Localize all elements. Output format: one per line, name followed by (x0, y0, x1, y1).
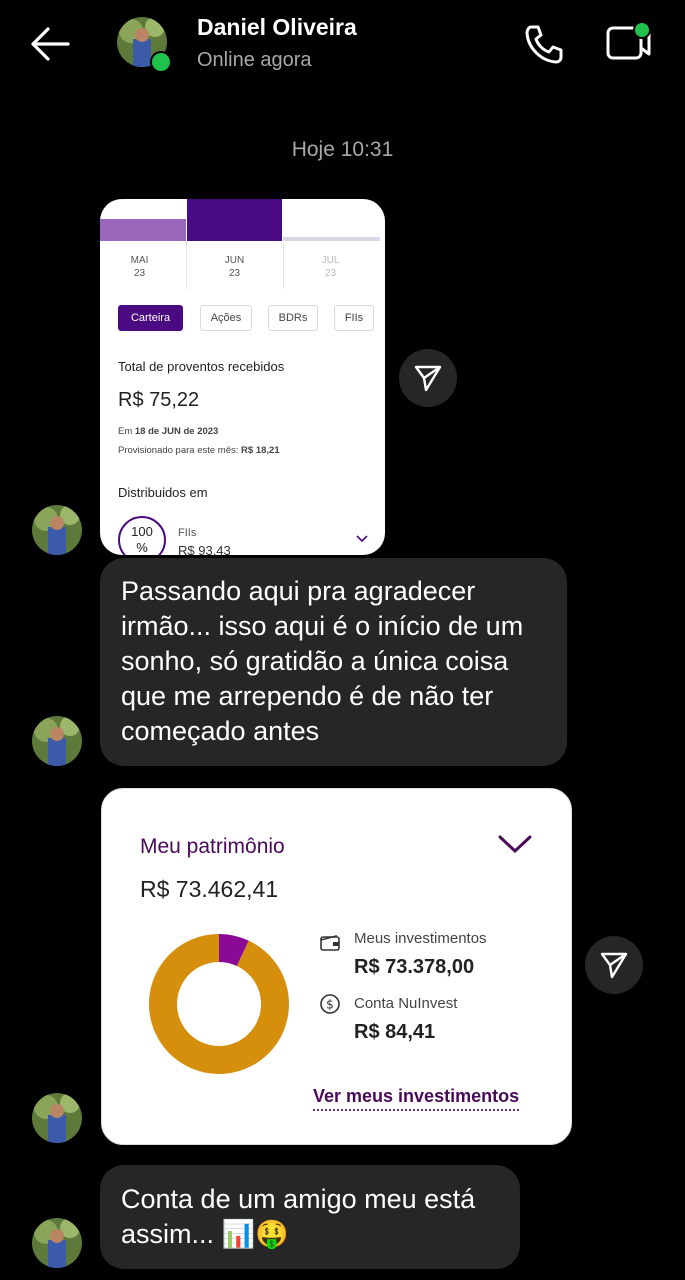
tab-carteira: Carteira (118, 305, 183, 331)
month-jul: JUL 23 (321, 255, 340, 279)
sender-avatar[interactable] (32, 1218, 82, 1268)
dollar-circle-icon: $ (320, 994, 340, 1014)
share-button[interactable] (399, 349, 457, 407)
month-jun: JUN 23 (224, 255, 245, 279)
back-button[interactable] (28, 24, 72, 64)
month-mai: MAI 23 (130, 255, 149, 279)
donut-segment (218, 934, 249, 967)
phone-icon (525, 25, 563, 64)
investimentos-label: Meus investimentos (354, 930, 487, 947)
chart-bar-mai (100, 219, 186, 241)
ver-investimentos-link: Ver meus investimentos (313, 1086, 520, 1111)
message-timestamp: Hoje 10:31 (291, 138, 394, 161)
sender-avatar[interactable] (32, 505, 82, 555)
conta-value: R$ 84,41 (354, 1021, 436, 1043)
video-call-button[interactable] (605, 20, 653, 64)
chevron-down-icon (356, 535, 368, 543)
patrimonio-title: Meu patrimônio (140, 835, 285, 858)
message-text: Passando aqui pra agradecer irmão... iss… (121, 576, 524, 746)
video-call-icon (606, 21, 651, 60)
sender-avatar[interactable] (32, 1093, 82, 1143)
fii-label: FIIs (178, 527, 197, 539)
share-button[interactable] (585, 936, 643, 994)
proventos-label: Total de proventos recebidos (118, 359, 285, 374)
chevron-down-icon (498, 835, 532, 854)
voice-call-button[interactable] (522, 22, 566, 66)
wallet-icon (320, 934, 340, 951)
chart-bar-jun (187, 199, 282, 241)
percent-circle-text: 100% (131, 524, 153, 555)
tab-bdrs: BDRs (268, 305, 318, 331)
online-indicator (150, 51, 172, 73)
share-icon (600, 952, 628, 979)
contact-name[interactable]: Daniel Oliveira (197, 14, 357, 41)
message-bubble[interactable]: Passando aqui pra agradecer irmão... iss… (100, 558, 567, 766)
message-text: Conta de um amigo meu está assim... 📊🤑 (121, 1184, 476, 1249)
proventos-date: Em 18 de JUN de 2023 (118, 426, 219, 437)
message-bubble[interactable]: Conta de um amigo meu está assim... 📊🤑 (100, 1165, 520, 1269)
donut-segment (149, 934, 289, 1074)
conta-label: Conta NuInvest (354, 995, 458, 1012)
investimentos-value: R$ 73.378,00 (354, 956, 475, 978)
back-arrow-icon (31, 27, 70, 61)
tab-acoes: Ações (200, 305, 252, 331)
provisionado-text: Provisionado para este mês: R$ 18,21 (118, 445, 280, 456)
fii-value: R$ 93,43 (178, 543, 231, 555)
shared-image-patrimonio[interactable]: Meu patrimônio R$ 73.462,41 Meus investi… (101, 788, 572, 1145)
chart-bar-jul (283, 237, 380, 241)
proventos-value: R$ 75,22 (118, 389, 200, 411)
sender-avatar[interactable] (32, 716, 82, 766)
patrimonio-donut-chart (149, 934, 289, 1074)
share-icon (414, 365, 442, 392)
svg-text:$: $ (326, 998, 334, 1012)
tab-fiis: FIIs (334, 305, 374, 331)
contact-status: Online agora (197, 49, 312, 71)
distribuidos-label: Distribuidos em (118, 485, 208, 500)
patrimonio-total: R$ 73.462,41 (140, 876, 279, 902)
shared-image-proventos[interactable]: MAI 23 JUN 23 JUL 23 Carteira Ações BDRs FI… (100, 199, 385, 555)
